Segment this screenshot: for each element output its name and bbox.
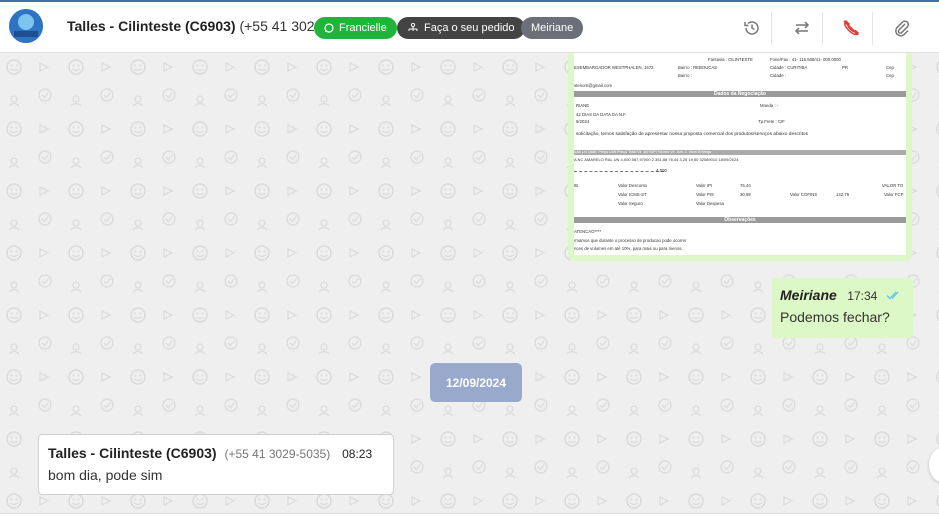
doc-valor-total-label: VALOR TO <box>882 183 904 188</box>
order-tag[interactable]: Faça o seu pedido <box>397 17 525 39</box>
incoming-phone: (+55 41 3029-5035) <box>224 447 331 461</box>
doc-tpfrete-value: CIF <box>777 119 785 124</box>
doc-atencao: ATENCAO**** <box>574 229 602 234</box>
outgoing-time: 17:34 <box>847 289 878 303</box>
contact-name-text: Talles - Cilinteste (C6903) <box>67 18 236 34</box>
chat-header: Talles - Cilinteste (C6903) (+55 41 3029… <box>0 0 939 53</box>
doc-section-observacoes: Observações <box>574 217 906 223</box>
history-icon[interactable] <box>739 15 765 41</box>
doc-obs-line-2: nces de volumes em até 10%, para mais ou… <box>574 246 683 251</box>
doc-tpfrete-label: Tp.Frete <box>758 119 775 124</box>
doc-table-header: ição Un Qtde. Preço Unit Preço Total Vlr… <box>574 150 906 155</box>
incoming-text: bom dia, pode sim <box>48 467 163 483</box>
doc-total-qty: 4,000 <box>656 168 667 173</box>
doc-valor-despesa: Valor Despesa <box>696 201 724 206</box>
doc-intro: solicitação, temos satisfação de apresen… <box>576 132 808 137</box>
doc-valor-fcp-label: Valor FCP <box>884 192 904 197</box>
doc-valor-cofins: 142,76 <box>836 192 850 197</box>
transfer-icon[interactable] <box>789 15 815 41</box>
doc-valor-pis: 30,99 <box>740 192 751 197</box>
doc-fantasia-label: Fantasia <box>708 57 725 62</box>
incoming-time: 08:23 <box>342 447 373 461</box>
doc-valor-ipi-label: Valor IPI <box>696 183 713 188</box>
doc-data: 9/2024 <box>576 119 590 124</box>
doc-dashed-line <box>574 168 664 172</box>
doc-valor-ipi: 76,44 <box>740 183 751 188</box>
outgoing-text: Podemos fechar? <box>780 309 890 325</box>
doc-prazo: 42 DIAS DA DATA DA N.F. <box>576 112 627 117</box>
quotation-document-image[interactable]: Fantasia : CILINTESTE Fone/Fax : 41- 116… <box>574 53 906 255</box>
whatsapp-icon <box>324 23 334 33</box>
doc-bairro-label: Bairro <box>678 65 690 70</box>
doc-email: stenom@gmail.com <box>574 83 613 88</box>
doc-moeda-label: Moeda <box>760 103 774 108</box>
doc-fantasia-value: CILINTESTE <box>728 57 753 62</box>
doc-valor-pis-label: Valor PIS <box>696 192 714 197</box>
document-image-message[interactable]: Fantasia : CILINTESTE Fone/Fax : 41- 116… <box>568 53 912 261</box>
doc-uf-value: PR <box>842 65 848 70</box>
date-divider: 12/09/2024 <box>430 363 522 402</box>
read-receipt-icon <box>886 291 899 300</box>
doc-moeda-value: - <box>776 103 779 108</box>
doc-table-row: A NC AMARELO RAL UN 4,000 587,97000 2.35… <box>574 157 739 162</box>
doc-section-negociacao: Dados da Negociação <box>574 91 906 97</box>
outgoing-sender: Meiriane <box>780 287 837 303</box>
end-call-icon[interactable] <box>838 15 864 41</box>
doc-valor-seguro: Valor Seguro <box>618 201 643 206</box>
doc-fonefax-value: 41- 116.508/41- 000.0000 <box>791 57 841 62</box>
doc-cep-label: Cep <box>886 65 894 70</box>
incoming-sender: Talles - Cilinteste (C6903) <box>48 445 217 461</box>
doc-valor-cofins-label: Valor COFINS <box>790 192 818 197</box>
header-divider <box>822 12 823 45</box>
chat-area[interactable]: Fantasia : CILINTESTE Fone/Fax : 41- 116… <box>0 53 939 513</box>
doc-cidade-value: CURITIBA <box>787 65 808 70</box>
header-divider <box>771 12 772 45</box>
order-label: Faça o seu pedido <box>424 22 515 34</box>
doc-valor-desconto: Valor Desconto <box>618 183 648 188</box>
contact-avatar[interactable] <box>9 9 43 43</box>
doc-bairro-value: REBOUCAS <box>693 65 718 70</box>
doc-address: ESEMBARGADOR WESTPHALEN, 1672 <box>574 65 654 70</box>
doc-valor-icms-st: Valor ICMS-ST <box>618 192 647 197</box>
whatsapp-user-tag[interactable]: Francielle <box>314 17 397 39</box>
incoming-message[interactable]: Talles - Cilinteste (C6903) (+55 41 3029… <box>38 434 394 495</box>
agent-tag[interactable]: Meiriane <box>521 17 584 39</box>
header-divider <box>872 12 873 45</box>
doc-fonefax-label: Fone/Fax <box>770 57 789 62</box>
doc-cidade-label: Cidade <box>770 65 784 70</box>
agent-label: Meiriane <box>531 22 574 34</box>
outgoing-message[interactable]: Meiriane 17:34 Podemos fechar? <box>772 278 913 338</box>
whatsapp-user-label: Francielle <box>339 22 387 34</box>
network-icon <box>408 23 418 31</box>
doc-vendedor: RIANE <box>576 103 590 108</box>
doc-obs-line-1: rmamos que durante o processo de produca… <box>574 238 687 243</box>
attachment-icon[interactable] <box>889 15 915 41</box>
